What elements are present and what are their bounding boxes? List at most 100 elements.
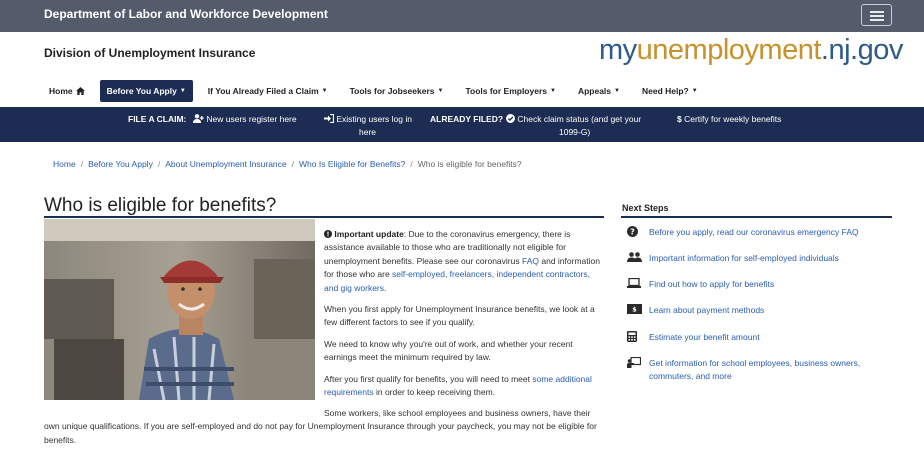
worker-illustration xyxy=(44,219,315,400)
menu-toggle-button[interactable] xyxy=(861,4,892,26)
money-icon: $ xyxy=(627,304,649,318)
breadcrumb-about-ui[interactable]: About Unemployment Insurance xyxy=(165,159,286,169)
site-logo[interactable]: myunemployment.nj.gov xyxy=(599,34,903,67)
next-step-label: Find out how to apply for benefits xyxy=(649,279,775,289)
calculator-icon xyxy=(627,331,649,346)
paragraph-unique-qualifications: Some workers, like school employees and … xyxy=(44,407,604,447)
check-status-label-line1: Check claim status (and get your xyxy=(517,114,642,124)
existing-users-label-line2: here xyxy=(359,127,377,137)
next-step-how-to-apply[interactable]: Find out how to apply for benefits xyxy=(627,277,892,292)
breadcrumb-home[interactable]: Home xyxy=(53,159,76,169)
check-status-label-line2: 1099-G) xyxy=(559,127,591,137)
paragraph-first-apply: When you first apply for Unemployment In… xyxy=(324,304,595,328)
logo-part-unemployment: unemployment xyxy=(636,34,822,66)
check-status-link[interactable]: Check claim status (and get your 1099-G) xyxy=(506,113,641,139)
nav-already-filed-label: If You Already Filed a Claim xyxy=(207,86,319,96)
title-divider xyxy=(44,216,604,218)
hamburger-icon-line-2 xyxy=(870,15,884,17)
next-steps-divider xyxy=(621,216,892,218)
next-step-school-employees[interactable]: Get information for school employees, bu… xyxy=(627,356,892,383)
caret-down-icon: ▼ xyxy=(691,88,698,94)
top-bar: Department of Labor and Workforce Develo… xyxy=(0,0,924,32)
department-title[interactable]: Department of Labor and Workforce Develo… xyxy=(44,7,328,21)
nav-tools-jobseekers-label: Tools for Jobseekers xyxy=(349,86,435,96)
users-icon xyxy=(627,252,649,266)
breadcrumb-before-you-apply[interactable]: Before You Apply xyxy=(88,159,153,169)
nav-appeals-label: Appeals xyxy=(577,86,612,96)
hero-photo xyxy=(44,219,315,400)
svg-text:$: $ xyxy=(632,306,637,314)
next-step-estimate-benefit[interactable]: Estimate your benefit amount xyxy=(627,331,892,346)
paragraph-out-of-work: We need to know why you're out of work, … xyxy=(324,338,573,363)
paragraph-requirements: After you first qualify for benefits, yo… xyxy=(324,373,604,400)
main-content: Important update: Due to the coronavirus… xyxy=(324,228,604,407)
new-users-link[interactable]: New users register here xyxy=(193,113,297,126)
breadcrumb-separator: / xyxy=(157,159,161,169)
next-step-coronavirus-faq[interactable]: ? Before you apply, read our coronavirus… xyxy=(627,226,892,241)
next-steps-title: Next Steps xyxy=(622,203,669,213)
caret-down-icon: ▼ xyxy=(550,88,556,94)
hamburger-icon-line-3 xyxy=(870,19,884,21)
breadcrumb-current: Who is eligible for benefits? xyxy=(417,159,522,169)
already-filed-label: ALREADY FILED? xyxy=(430,114,504,124)
p5-line-a: Some workers, like school employees and … xyxy=(324,408,591,418)
caret-down-icon: ▼ xyxy=(437,88,444,94)
home-icon xyxy=(75,87,85,95)
existing-users-link[interactable]: Existing users log in here xyxy=(324,113,412,139)
breadcrumb-separator: / xyxy=(291,159,295,169)
main-nav: Home Before You Apply ▼ If You Already Fi… xyxy=(42,80,713,104)
certify-label: Certify for weekly benefits xyxy=(684,114,782,124)
next-step-payment-methods[interactable]: $ Learn about payment methods xyxy=(627,304,892,318)
caret-down-icon: ▼ xyxy=(321,88,328,94)
breadcrumb: Home / Before You Apply / About Unemployment… xyxy=(53,159,522,169)
dollar-icon: $ xyxy=(677,114,682,124)
nav-tools-jobseekers[interactable]: Tools for Jobseekers ▼ xyxy=(343,80,451,102)
breadcrumb-separator: / xyxy=(80,159,84,169)
nav-tools-employers[interactable]: Tools for Employers ▼ xyxy=(458,80,563,102)
important-label: Important update xyxy=(334,229,404,239)
file-claim-label: FILE A CLAIM: xyxy=(128,114,187,124)
breadcrumb-separator: / xyxy=(410,159,413,169)
next-step-label: Learn about payment methods xyxy=(649,305,765,315)
nav-tools-employers-label: Tools for Employers xyxy=(465,86,547,96)
nav-before-you-apply-label: Before You Apply xyxy=(106,86,177,96)
next-step-label: Get information for school employees, bu… xyxy=(649,358,861,381)
new-users-label: New users register here xyxy=(206,114,297,124)
next-step-self-employed[interactable]: Important information for self-employed … xyxy=(627,252,892,266)
check-circle-icon xyxy=(506,114,515,123)
caret-down-icon: ▼ xyxy=(614,88,620,94)
breadcrumb-who-eligible[interactable]: Who Is Eligible for Benefits? xyxy=(299,159,405,169)
nav-need-help[interactable]: Need Help? ▼ xyxy=(635,80,705,102)
nav-before-you-apply[interactable]: Before You Apply ▼ xyxy=(99,80,193,102)
nav-appeals[interactable]: Appeals ▼ xyxy=(571,80,627,102)
p1-text-c: . xyxy=(384,282,387,293)
nav-home[interactable]: Home xyxy=(42,80,92,102)
hamburger-icon-line-1 xyxy=(870,11,884,13)
next-step-label: Important information for self-employed … xyxy=(649,253,839,263)
p4-text-b: in order to keep receiving them. xyxy=(373,387,496,398)
next-step-label: Estimate your benefit amount xyxy=(649,332,760,342)
nav-already-filed[interactable]: If You Already Filed a Claim ▼ xyxy=(201,80,335,102)
important-update-paragraph: Important update: Due to the coronavirus… xyxy=(324,228,604,295)
caret-down-icon: ▼ xyxy=(179,88,186,94)
logo-part-domain: .nj.gov xyxy=(820,34,903,66)
exclamation-circle-icon xyxy=(324,230,332,238)
division-title[interactable]: Division of Unemployment Insurance xyxy=(44,46,255,60)
p4-text-a: After you first qualify for benefits, yo… xyxy=(324,373,533,384)
page-title: Who is eligible for benefits? xyxy=(44,195,277,216)
nav-home-label: Home xyxy=(49,86,73,96)
logo-part-my: my xyxy=(599,34,637,66)
presentation-icon xyxy=(627,356,649,383)
claim-bar: FILE A CLAIM: New users register here Ex… xyxy=(0,107,924,142)
p5-text-b: own unique qualifications. If you are se… xyxy=(44,421,597,445)
svg-text:?: ? xyxy=(630,227,635,236)
faq-link[interactable]: FAQ xyxy=(522,256,539,266)
existing-users-label-line1: Existing users log in xyxy=(336,114,412,124)
sign-in-icon xyxy=(324,113,335,124)
certify-link[interactable]: $ Certify for weekly benefits xyxy=(677,113,781,126)
nav-need-help-label: Need Help? xyxy=(641,86,689,96)
next-step-label: Before you apply, read our coronavirus e… xyxy=(649,227,859,237)
user-plus-icon xyxy=(193,114,204,123)
question-circle-icon: ? xyxy=(627,226,649,241)
laptop-icon xyxy=(627,277,649,292)
